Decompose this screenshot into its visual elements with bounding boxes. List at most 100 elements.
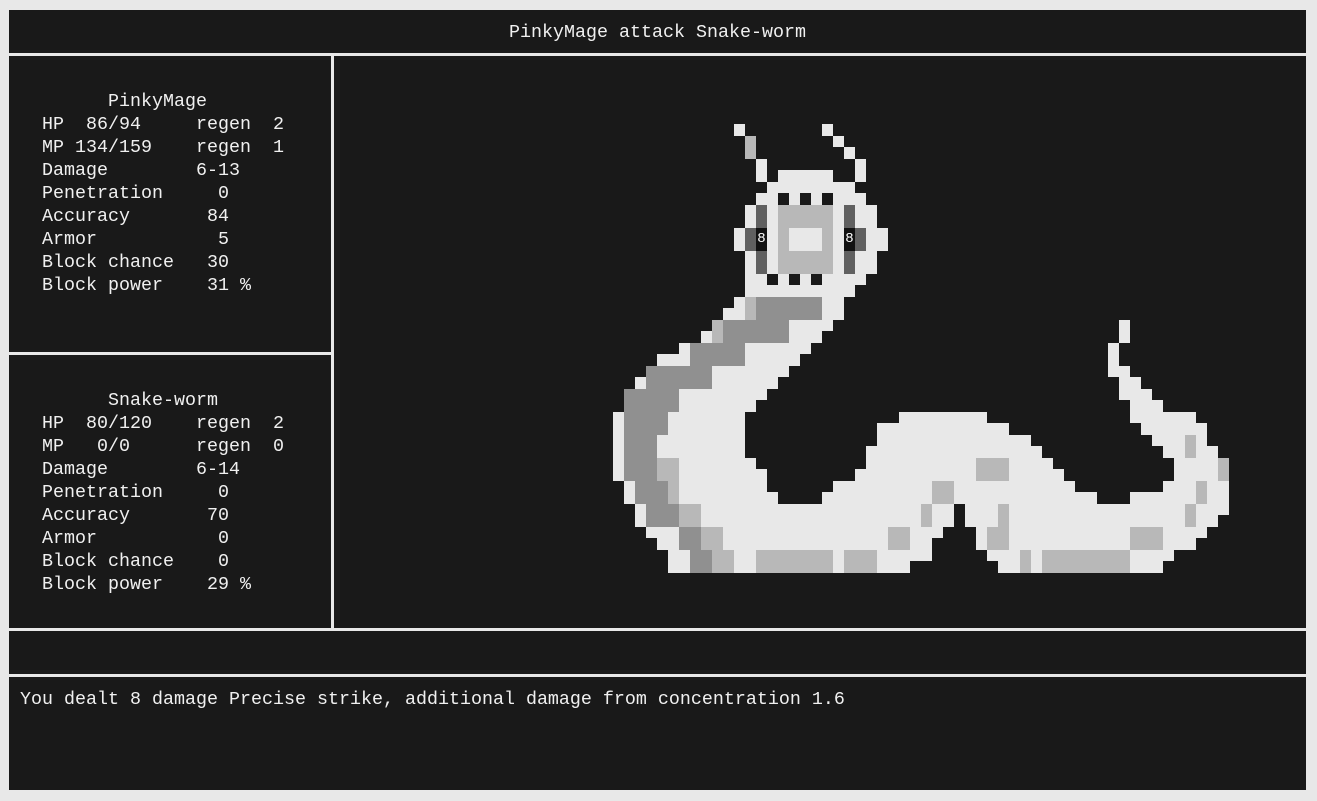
sprite-pixel	[954, 469, 965, 481]
sprite-pixel	[701, 526, 712, 538]
sprite-pixel	[1163, 434, 1174, 446]
sprite-pixel	[811, 204, 822, 216]
sprite-pixel	[1174, 538, 1185, 550]
sprite-pixel	[745, 227, 756, 239]
sprite-pixel	[1152, 423, 1163, 435]
sprite-pixel	[1185, 503, 1196, 515]
sprite-pixel	[888, 423, 899, 435]
sprite-pixel	[1152, 400, 1163, 412]
sprite-pixel	[921, 446, 932, 458]
sprite-pixel	[745, 285, 756, 297]
sprite-pixel	[767, 515, 778, 527]
sprite-pixel	[668, 388, 679, 400]
sprite-pixel	[1053, 515, 1064, 527]
sprite-pixel	[1042, 526, 1053, 538]
sprite-pixel	[657, 538, 668, 550]
sprite-pixel	[767, 250, 778, 262]
sprite-pixel	[701, 423, 712, 435]
sprite-pixel	[789, 354, 800, 366]
sprite-pixel	[1196, 423, 1207, 435]
stat-line: Accuracy 84	[42, 206, 229, 227]
sprite-pixel	[910, 469, 921, 481]
sprite-pixel	[734, 492, 745, 504]
sprite-pixel	[833, 480, 844, 492]
sprite-pixel	[833, 492, 844, 504]
sprite-pixel	[833, 135, 844, 147]
sprite-pixel	[844, 262, 855, 274]
sprite-pixel	[866, 492, 877, 504]
sprite-pixel	[690, 480, 701, 492]
sprite-pixel	[811, 239, 822, 251]
sprite-pixel	[855, 262, 866, 274]
sprite-pixel	[811, 538, 822, 550]
sprite-pixel	[1152, 434, 1163, 446]
sprite-pixel	[1031, 457, 1042, 469]
sprite-pixel	[888, 446, 899, 458]
sprite-pixel	[778, 319, 789, 331]
sprite-pixel	[866, 526, 877, 538]
sprite-pixel	[855, 193, 866, 205]
sprite-pixel	[778, 503, 789, 515]
sprite-pixel	[833, 262, 844, 274]
sprite-pixel	[866, 262, 877, 274]
sprite-pixel	[921, 480, 932, 492]
sprite-pixel	[998, 480, 1009, 492]
sprite-pixel	[1053, 526, 1064, 538]
sprite-pixel	[723, 492, 734, 504]
sprite-pixel	[910, 457, 921, 469]
sprite-pixel	[613, 469, 624, 481]
sprite-pixel	[833, 515, 844, 527]
sprite-pixel	[789, 331, 800, 343]
sprite-pixel	[701, 515, 712, 527]
sprite-pixel	[767, 354, 778, 366]
sprite-pixel	[646, 457, 657, 469]
sprite-pixel	[998, 457, 1009, 469]
sprite-pixel	[855, 503, 866, 515]
sprite-pixel	[635, 457, 646, 469]
sprite-pixel	[723, 446, 734, 458]
sprite-pixel	[690, 446, 701, 458]
sprite-pixel	[745, 561, 756, 573]
sprite-pixel	[756, 193, 767, 205]
sprite-pixel	[668, 469, 679, 481]
sprite-pixel	[998, 561, 1009, 573]
sprite-pixel	[855, 469, 866, 481]
sprite-pixel	[745, 147, 756, 159]
sprite-pixel	[1163, 446, 1174, 458]
sprite-pixel	[712, 469, 723, 481]
sprite-pixel	[690, 342, 701, 354]
sprite-pixel	[1141, 411, 1152, 423]
sprite-pixel	[1020, 480, 1031, 492]
sprite-pixel	[987, 515, 998, 527]
sprite-pixel	[767, 193, 778, 205]
sprite-pixel	[844, 515, 855, 527]
sprite-pixel	[734, 538, 745, 550]
eye-right: 8	[845, 230, 854, 247]
sprite-pixel	[635, 377, 646, 389]
sprite-pixel	[613, 411, 624, 423]
sprite-pixel	[855, 158, 866, 170]
sprite-pixel	[855, 538, 866, 550]
sprite-pixel	[1185, 446, 1196, 458]
sprite-pixel	[800, 170, 811, 182]
sprite-pixel	[811, 331, 822, 343]
sprite-pixel	[712, 526, 723, 538]
sprite-pixel	[756, 365, 767, 377]
sprite-pixel	[899, 503, 910, 515]
sprite-pixel	[866, 469, 877, 481]
sprite-pixel	[1196, 457, 1207, 469]
sprite-pixel	[1053, 561, 1064, 573]
sprite-pixel	[811, 549, 822, 561]
sprite-pixel	[657, 377, 668, 389]
sprite-pixel	[866, 204, 877, 216]
sprite-pixel	[987, 492, 998, 504]
sprite-pixel	[822, 262, 833, 274]
sprite-pixel	[888, 492, 899, 504]
sprite-pixel	[789, 170, 800, 182]
sprite-pixel	[899, 434, 910, 446]
sprite-pixel	[745, 250, 756, 262]
sprite-pixel	[657, 388, 668, 400]
sprite-pixel	[866, 446, 877, 458]
sprite-pixel	[899, 561, 910, 573]
sprite-pixel	[679, 423, 690, 435]
